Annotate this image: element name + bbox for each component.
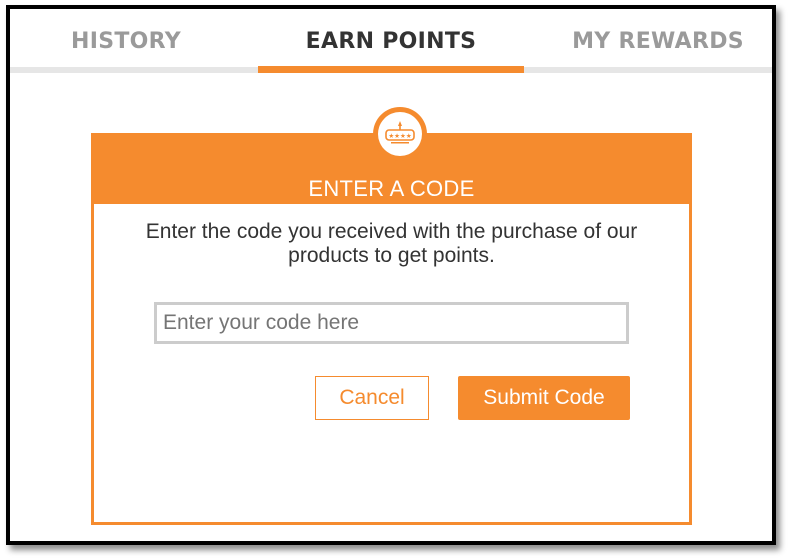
tab-history[interactable]: HISTORY (10, 9, 242, 73)
submit-code-button[interactable]: Submit Code (458, 376, 630, 420)
active-tab-indicator (258, 66, 524, 73)
badge-inner: ★★★★ (378, 112, 422, 156)
instructions-text: Enter the code you received with the pur… (114, 220, 669, 268)
cancel-button[interactable]: Cancel (315, 376, 429, 420)
code-input[interactable] (154, 302, 629, 344)
card-title: ENTER A CODE (308, 176, 475, 201)
tab-my-rewards[interactable]: MY REWARDS (544, 9, 772, 73)
tab-bar: HISTORY EARN POINTS MY REWARDS (10, 9, 772, 75)
enter-code-card: ENTER A CODE ★★★★ Enter the code you rec… (91, 107, 692, 525)
badge-stars-text: ★★★★ (388, 132, 411, 140)
instructions-line-1: Enter the code you received with the pur… (145, 220, 638, 243)
tab-earn-points[interactable]: EARN POINTS (258, 9, 524, 73)
window-frame: HISTORY EARN POINTS MY REWARDS ENTER A C… (6, 5, 776, 545)
rating-stars-svg: ★★★★ (385, 121, 415, 144)
instructions-line-2: products to get points. (288, 244, 495, 267)
rating-stars-icon: ★★★★ (373, 107, 427, 161)
